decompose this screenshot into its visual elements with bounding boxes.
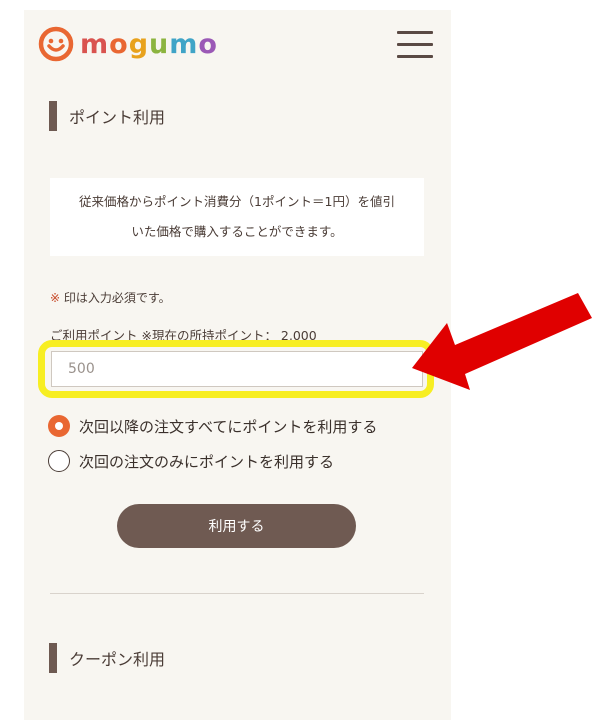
coupon-section-heading: クーポン利用 — [49, 643, 165, 673]
divider — [50, 593, 424, 594]
section-bar — [49, 101, 57, 131]
logo-letter: u — [149, 28, 170, 60]
logo-letter: o — [109, 28, 129, 60]
required-mark: ※ — [50, 291, 61, 305]
mobile-screen: m o g u m o ポイント利用 従来価格からポイント消費分（1ポイント＝1… — [24, 10, 451, 720]
smiley-face-icon — [38, 26, 74, 62]
info-line: いた価格で購入することができます。 — [131, 224, 343, 239]
radio-checked-icon[interactable] — [48, 415, 70, 437]
section-title: ポイント利用 — [69, 108, 166, 127]
annotation-arrow-icon — [412, 293, 592, 390]
logo-letter: m — [169, 28, 199, 60]
radio-unchecked-icon[interactable] — [48, 450, 70, 472]
radio-option-all-orders[interactable]: 次回以降の注文すべてにポイントを利用する — [48, 415, 377, 437]
radio-label: 次回以降の注文すべてにポイントを利用する — [79, 417, 378, 436]
hamburger-menu-icon[interactable] — [397, 31, 433, 59]
radio-option-next-order[interactable]: 次回の注文のみにポイントを利用する — [48, 450, 334, 472]
info-text: 従来価格からポイント消費分（1ポイント＝1円）を値引 いた価格で購入することがで… — [79, 187, 395, 247]
info-line: 従来価格からポイント消費分（1ポイント＝1円）を値引 — [79, 194, 395, 209]
logo-letter: g — [128, 28, 150, 60]
logo-letter: o — [198, 28, 218, 60]
logo-letter: m — [80, 28, 110, 60]
points-section-heading: ポイント利用 — [49, 101, 165, 131]
required-note: ※ 印は入力必須です。 — [50, 289, 171, 306]
section-bar — [49, 643, 57, 673]
logo-text: m o g u m o — [80, 31, 218, 58]
section-title: クーポン利用 — [69, 650, 166, 669]
radio-label: 次回の注文のみにポイントを利用する — [79, 452, 335, 471]
mogumo-logo[interactable]: m o g u m o — [38, 26, 218, 62]
use-points-button[interactable]: 利用する — [117, 504, 356, 548]
required-note-text: 印は入力必須です。 — [60, 291, 171, 305]
points-input[interactable] — [51, 351, 423, 387]
info-box: 従来価格からポイント消費分（1ポイント＝1円）を値引 いた価格で購入することがで… — [50, 178, 424, 256]
